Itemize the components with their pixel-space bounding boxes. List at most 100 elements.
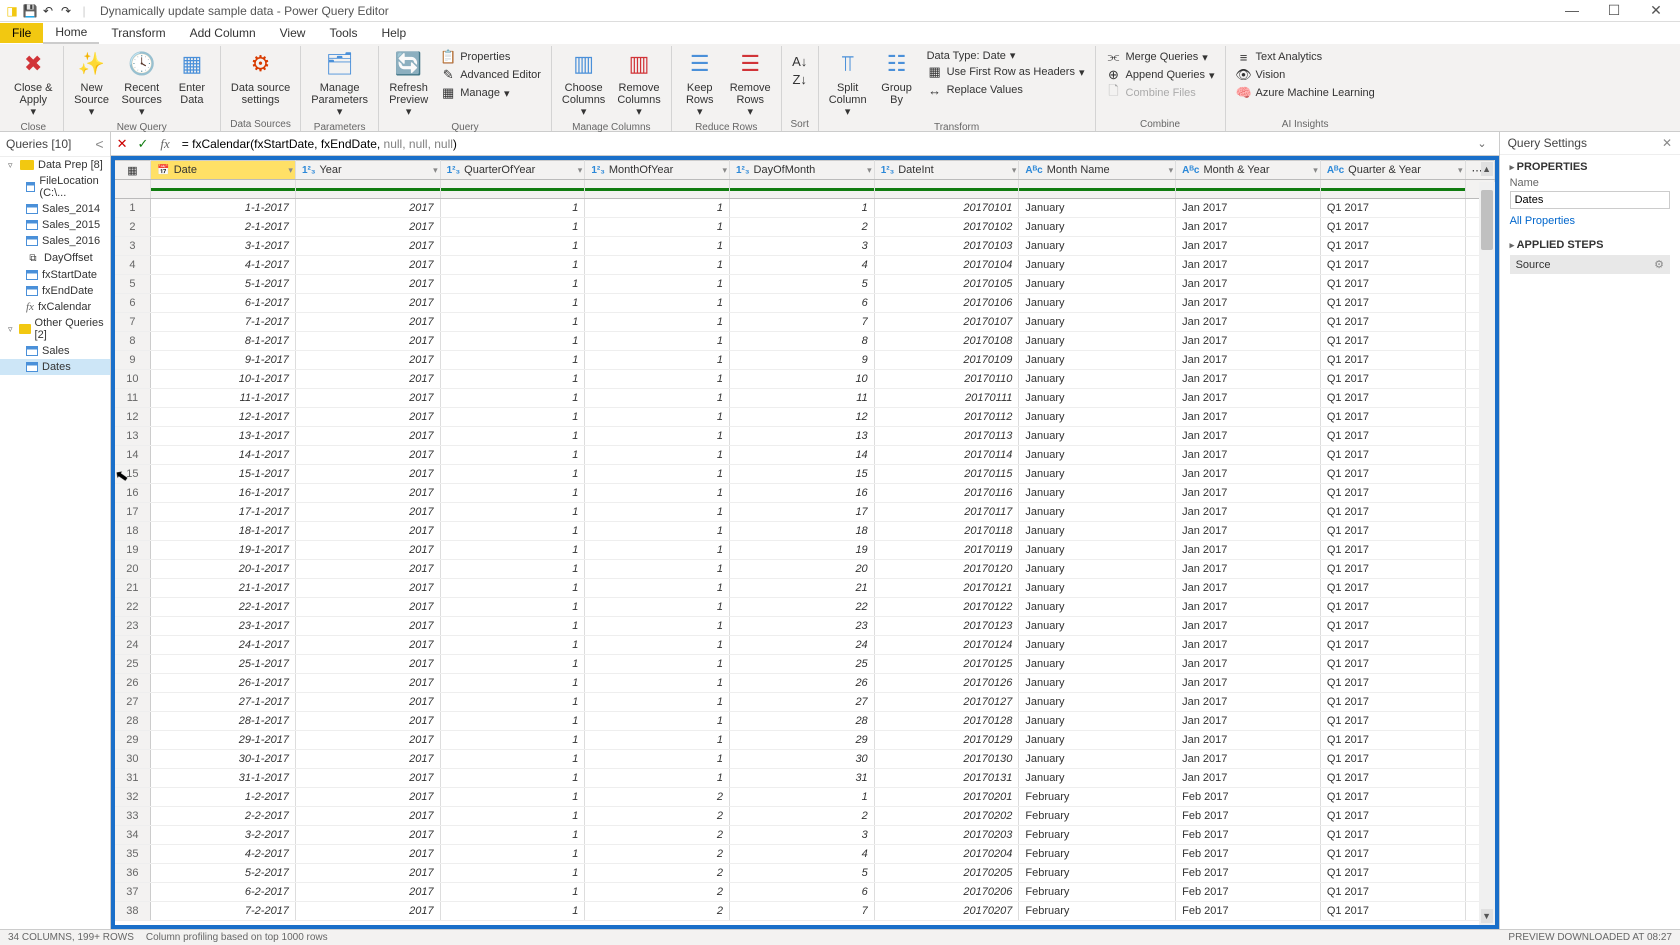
properties-button[interactable]: 📋Properties: [436, 48, 545, 66]
cell[interactable]: 18: [730, 522, 875, 541]
select-all-corner[interactable]: ▦: [115, 161, 151, 180]
cell[interactable]: 2017: [295, 560, 440, 579]
row-header[interactable]: 3: [115, 237, 151, 256]
cell[interactable]: 20170122: [874, 598, 1019, 617]
cell[interactable]: Jan 2017: [1176, 541, 1321, 560]
cell[interactable]: 20170201: [874, 788, 1019, 807]
row-header[interactable]: 16: [115, 484, 151, 503]
cell[interactable]: January: [1019, 541, 1176, 560]
cell[interactable]: 2017: [295, 902, 440, 921]
cell[interactable]: 2-2-2017: [151, 807, 296, 826]
cell[interactable]: Q1 2017: [1320, 313, 1465, 332]
cell[interactable]: Jan 2017: [1176, 484, 1321, 503]
maximize-button[interactable]: ☐: [1602, 2, 1626, 19]
row-header[interactable]: 7: [115, 313, 151, 332]
cell[interactable]: 5-1-2017: [151, 275, 296, 294]
cell[interactable]: 1: [585, 560, 730, 579]
row-header[interactable]: 32: [115, 788, 151, 807]
recent-sources-button[interactable]: 🕓RecentSources ▾: [118, 46, 166, 120]
cell[interactable]: 1: [440, 674, 585, 693]
cell[interactable]: 2017: [295, 636, 440, 655]
sort-asc-button[interactable]: A↓: [788, 52, 812, 70]
type-icon[interactable]: 1²₃: [302, 165, 316, 176]
cell[interactable]: January: [1019, 332, 1176, 351]
replace-values-button[interactable]: ↔Replace Values: [923, 81, 1089, 99]
cell[interactable]: Jan 2017: [1176, 617, 1321, 636]
vision-button[interactable]: 👁Vision: [1232, 66, 1379, 84]
cell[interactable]: 1: [585, 199, 730, 218]
row-header[interactable]: 28: [115, 712, 151, 731]
cell[interactable]: 2: [585, 902, 730, 921]
cell[interactable]: Jan 2017: [1176, 560, 1321, 579]
cell[interactable]: 20170108: [874, 332, 1019, 351]
type-icon[interactable]: 1²₃: [881, 165, 895, 176]
cell[interactable]: 27: [730, 693, 875, 712]
cell[interactable]: 1: [440, 579, 585, 598]
cell[interactable]: 1: [585, 408, 730, 427]
cell[interactable]: 1: [440, 446, 585, 465]
remove-rows-button[interactable]: ☰RemoveRows ▾: [726, 46, 775, 120]
cell[interactable]: Jan 2017: [1176, 693, 1321, 712]
cell[interactable]: Q1 2017: [1320, 731, 1465, 750]
cell[interactable]: 1: [585, 674, 730, 693]
cell[interactable]: 1: [440, 332, 585, 351]
minimize-button[interactable]: —: [1560, 2, 1584, 19]
cell[interactable]: 21-1-2017: [151, 579, 296, 598]
cell[interactable]: Q1 2017: [1320, 712, 1465, 731]
cell[interactable]: 20170125: [874, 655, 1019, 674]
row-header[interactable]: 9: [115, 351, 151, 370]
cell[interactable]: 3: [730, 237, 875, 256]
cell[interactable]: January: [1019, 598, 1176, 617]
cell[interactable]: 9: [730, 351, 875, 370]
cell[interactable]: 2017: [295, 541, 440, 560]
manage-button[interactable]: ▦Manage ▾: [436, 84, 545, 102]
row-header[interactable]: 35: [115, 845, 151, 864]
cell[interactable]: Q1 2017: [1320, 674, 1465, 693]
row-header[interactable]: 6: [115, 294, 151, 313]
cell[interactable]: 20170124: [874, 636, 1019, 655]
row-header[interactable]: 21: [115, 579, 151, 598]
cell[interactable]: 1: [440, 845, 585, 864]
group-by-button[interactable]: ☷GroupBy: [875, 46, 919, 108]
cell[interactable]: 1: [440, 541, 585, 560]
type-icon[interactable]: 1²₃: [736, 165, 750, 176]
cell[interactable]: 20170112: [874, 408, 1019, 427]
cell[interactable]: Q1 2017: [1320, 370, 1465, 389]
row-header[interactable]: 25: [115, 655, 151, 674]
cell[interactable]: 1-2-2017: [151, 788, 296, 807]
cell[interactable]: February: [1019, 788, 1176, 807]
cell[interactable]: 1: [440, 313, 585, 332]
cell[interactable]: 1: [440, 370, 585, 389]
cell[interactable]: 10: [730, 370, 875, 389]
cell[interactable]: Jan 2017: [1176, 636, 1321, 655]
query-item[interactable]: Sales_2015: [0, 217, 110, 233]
cell[interactable]: 2017: [295, 693, 440, 712]
cell[interactable]: 2017: [295, 370, 440, 389]
cell[interactable]: Q1 2017: [1320, 522, 1465, 541]
cell[interactable]: Q1 2017: [1320, 769, 1465, 788]
row-header[interactable]: 26: [115, 674, 151, 693]
cell[interactable]: 20170114: [874, 446, 1019, 465]
cell[interactable]: Q1 2017: [1320, 826, 1465, 845]
close-apply-button[interactable]: ✖Close &Apply ▾: [10, 46, 57, 120]
row-header[interactable]: 31: [115, 769, 151, 788]
cell[interactable]: 1: [585, 427, 730, 446]
cell[interactable]: 1: [585, 636, 730, 655]
close-settings-icon[interactable]: ✕: [1662, 136, 1672, 150]
scroll-up-icon[interactable]: ▲: [1481, 162, 1493, 176]
cell[interactable]: 1-1-2017: [151, 199, 296, 218]
cell[interactable]: January: [1019, 465, 1176, 484]
cell[interactable]: 8: [730, 332, 875, 351]
type-icon[interactable]: 📅: [157, 165, 169, 176]
cell[interactable]: 13: [730, 427, 875, 446]
cell[interactable]: Q1 2017: [1320, 693, 1465, 712]
filter-dropdown-icon[interactable]: ▾: [1012, 165, 1017, 176]
cell[interactable]: 1: [585, 218, 730, 237]
cell[interactable]: Jan 2017: [1176, 237, 1321, 256]
tab-view[interactable]: View: [268, 23, 318, 43]
cell[interactable]: 4: [730, 256, 875, 275]
cell[interactable]: 20170107: [874, 313, 1019, 332]
cell[interactable]: 1: [585, 389, 730, 408]
cell[interactable]: 1: [440, 883, 585, 902]
cell[interactable]: 20170110: [874, 370, 1019, 389]
